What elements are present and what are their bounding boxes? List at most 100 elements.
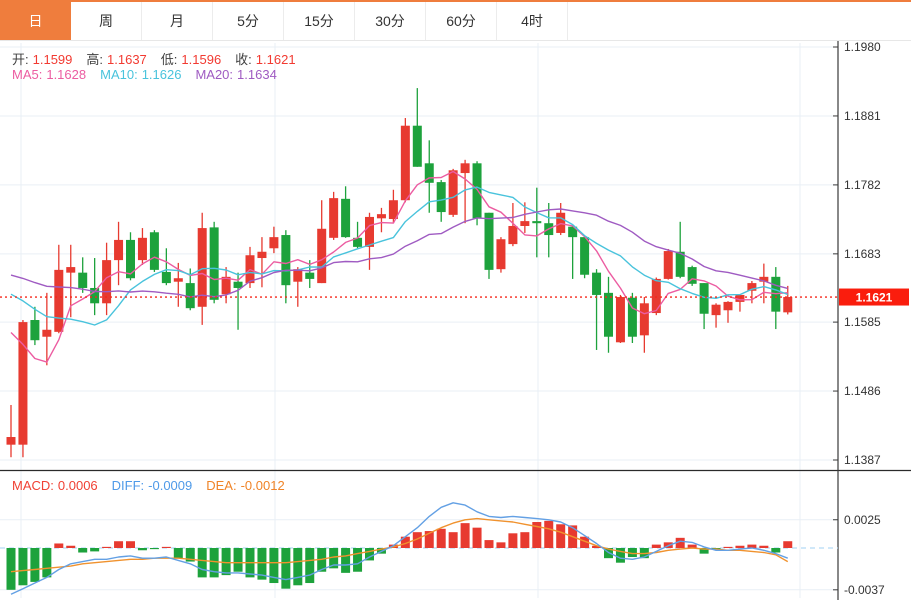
candle-body [400, 125, 410, 201]
macd-bar [484, 540, 494, 548]
tab-5min[interactable]: 5分 [213, 2, 284, 40]
axis-tick-label: -0.0037 [844, 583, 885, 597]
macd-bar [149, 548, 159, 550]
ma10-label: MA10: [100, 67, 138, 82]
macd-bar [90, 548, 100, 552]
macd-bar [771, 548, 781, 553]
ma10-value: 1.1626 [141, 67, 182, 82]
axis-tick-label: 1.1980 [844, 41, 881, 54]
macd-bar [353, 548, 363, 572]
axis-tick-label: 1.1881 [844, 109, 881, 123]
macd-bar [221, 548, 231, 576]
macd-bar [102, 546, 112, 548]
macd-bar [305, 548, 315, 584]
close-value: 1.1621 [255, 52, 296, 67]
candle-body [376, 214, 386, 219]
candle-body [54, 269, 64, 332]
candle-body [448, 170, 458, 215]
candle-body [556, 212, 566, 233]
axis-tick-label: 1.1683 [844, 247, 881, 261]
tab-monthly[interactable]: 月 [142, 2, 213, 40]
macd-label: MACD: [12, 478, 54, 493]
last-price-badge-text: 1.1621 [856, 291, 893, 305]
tab-weekly[interactable]: 周 [71, 2, 142, 40]
macd-bar [544, 520, 554, 548]
candle-body [663, 251, 673, 279]
candle-body [651, 278, 661, 314]
tab-60min[interactable]: 60分 [426, 2, 497, 40]
macd-bar [66, 545, 76, 548]
candle-body [783, 297, 793, 313]
candle-body [329, 198, 339, 238]
macd-bar [723, 546, 733, 548]
macd-bar [6, 548, 16, 590]
candle-body [137, 237, 147, 261]
diff-value: -0.0009 [148, 478, 193, 493]
close-label: 收: [235, 52, 252, 67]
macd-bar [137, 548, 147, 551]
candle-body [173, 278, 183, 282]
macd-bar [651, 544, 661, 548]
tab-4hour[interactable]: 4时 [497, 2, 568, 40]
macd-bar [759, 545, 769, 548]
macd-bar [556, 524, 566, 548]
kline-chart[interactable]: 1.1980 1.1881 1.1782 1.1683 1.1585 1.1486 1.13… [0, 41, 911, 600]
macd-bar [448, 532, 458, 548]
candle-body [604, 292, 613, 337]
candle-body [508, 225, 518, 245]
ma20-label: MA20: [195, 67, 234, 82]
macd-bar [114, 541, 124, 548]
macd-bar [520, 532, 530, 548]
candle-body [269, 237, 279, 249]
candle-body [472, 163, 482, 219]
candle-body [42, 329, 52, 337]
macd-bar [30, 548, 40, 582]
chart-svg[interactable]: 1.1980 1.1881 1.1782 1.1683 1.1585 1.1486 1.13… [0, 41, 911, 600]
tab-daily[interactable]: 日 [0, 2, 71, 40]
candle-body [30, 320, 40, 341]
macd-bar [735, 545, 745, 548]
macd-bar [341, 548, 351, 573]
candle-body [615, 297, 625, 343]
candle-body [723, 301, 733, 311]
ma-legend: MA5: 1.1628 MA10: 1.1626 MA20: 1.1634 [12, 67, 281, 82]
macd-bar [78, 548, 88, 553]
macd-bar [42, 548, 52, 578]
candle-body [484, 212, 494, 270]
candle-body [365, 216, 374, 247]
high-value: 1.1637 [107, 52, 147, 67]
candle-body [209, 227, 219, 300]
axis-tick-label: 1.1486 [844, 384, 881, 398]
dea-value: -0.0012 [240, 478, 285, 493]
macd-bar [54, 543, 64, 548]
high-label: 高: [86, 52, 104, 67]
macd-value: 0.0006 [57, 478, 98, 493]
macd-bar [293, 548, 303, 586]
candle-body [305, 272, 315, 279]
axis-tick-label: 1.1782 [844, 178, 881, 192]
candle-body [341, 198, 351, 238]
candle-body [520, 221, 530, 226]
candle-body [281, 235, 291, 286]
candle-body [639, 303, 649, 336]
tab-30min[interactable]: 30分 [355, 2, 426, 40]
low-value: 1.1596 [181, 52, 222, 67]
candle-body [532, 221, 542, 224]
tab-15min[interactable]: 15分 [284, 2, 355, 40]
candle-body [78, 272, 88, 288]
macd-bar [173, 548, 183, 559]
candle-body [257, 251, 267, 259]
axis-tick-label: 1.1387 [844, 453, 881, 467]
macd-legend: MACD: 0.0006 DIFF: -0.0009 DEA: -0.0012 [12, 478, 289, 493]
macd-bar [436, 528, 446, 548]
ma5-label: MA5: [12, 67, 43, 82]
macd-bar [126, 541, 135, 548]
ohlc-legend: 开: 1.1599 高: 1.1637 低: 1.1596 收: 1.1621 [12, 49, 300, 68]
diff-label: DIFF: [111, 478, 145, 493]
macd-bar [496, 542, 506, 548]
macd-bar [281, 548, 291, 589]
candle-body [436, 182, 446, 213]
macd-bar [161, 546, 171, 548]
candle-body [149, 232, 159, 270]
macd-bar [209, 548, 219, 578]
